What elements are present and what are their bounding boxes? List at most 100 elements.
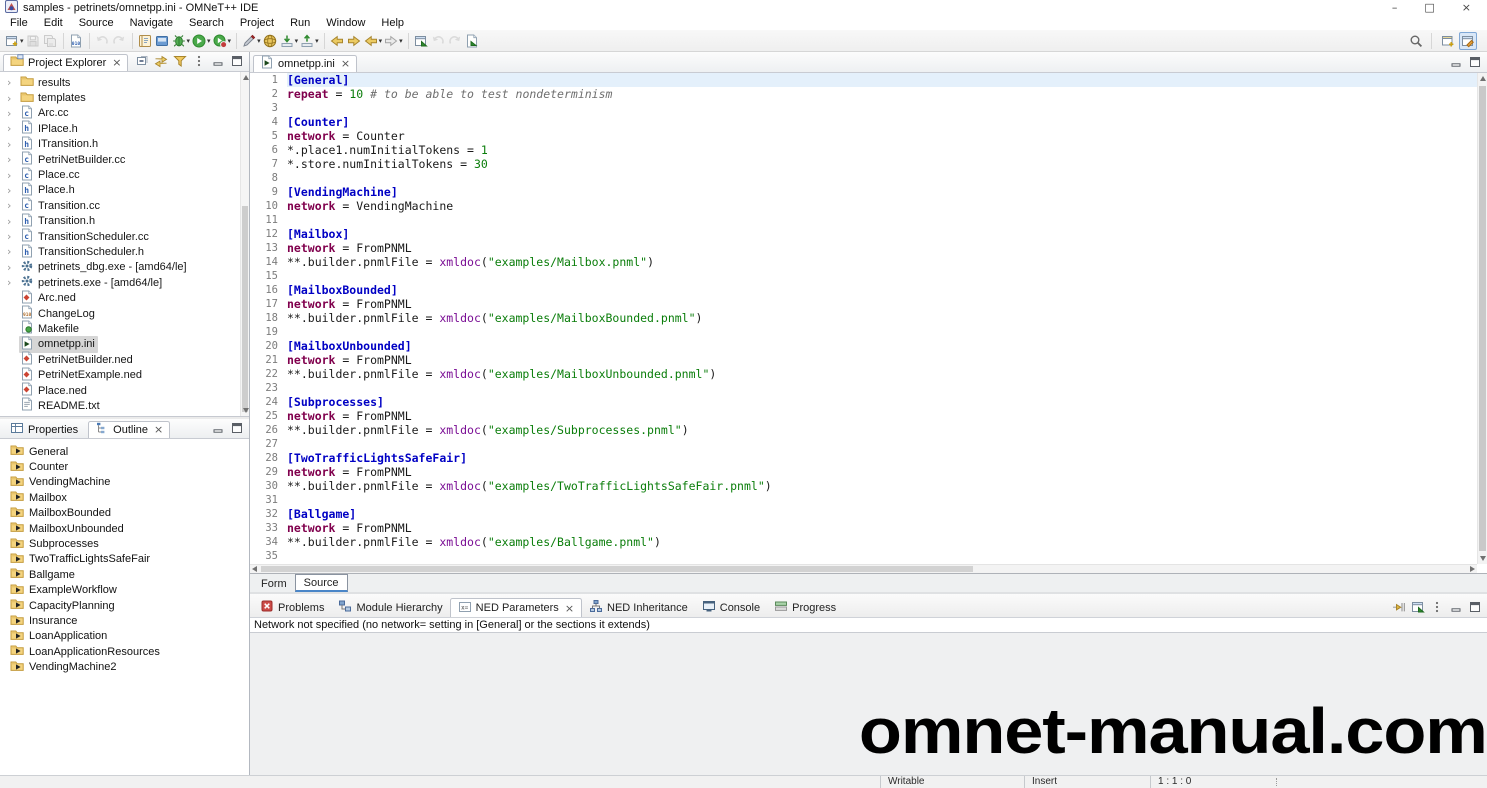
minimize-window-button[interactable]: – — [1392, 1, 1398, 14]
project-item-petrinets-exe-amd64-le[interactable]: ›petrinets.exe - [amd64/le] — [0, 275, 240, 290]
code-line-15[interactable]: 15 — [250, 269, 1477, 283]
tab-outline[interactable]: Outline× — [88, 421, 170, 438]
mode-tab-source[interactable]: Source — [295, 574, 348, 592]
menu-navigate[interactable]: Navigate — [122, 17, 181, 29]
scroll-up-icon[interactable] — [1480, 76, 1486, 81]
project-item-transition-h[interactable]: ›hTransition.h — [0, 214, 240, 229]
menu-source[interactable]: Source — [71, 17, 122, 29]
tab-progress[interactable]: Progress — [767, 598, 843, 617]
redo-button[interactable] — [111, 32, 128, 50]
close-icon[interactable]: × — [154, 423, 163, 436]
expand-chevron-icon[interactable]: › — [7, 261, 19, 274]
project-item-templates[interactable]: ›templates — [0, 90, 240, 105]
code-line-32[interactable]: 32[Ballgame] — [250, 507, 1477, 521]
expand-chevron-icon[interactable]: › — [7, 107, 19, 120]
build-all-button[interactable]: 010 — [68, 32, 85, 50]
maximize-view-button[interactable] — [230, 421, 244, 435]
code-line-30[interactable]: 30**.builder.pnmlFile = xmldoc("examples… — [250, 479, 1477, 493]
code-line-21[interactable]: 21network = FromPNML — [250, 353, 1477, 367]
expand-chevron-icon[interactable]: › — [7, 122, 19, 135]
code-line-13[interactable]: 13network = FromPNML — [250, 241, 1477, 255]
save-all-button[interactable] — [42, 32, 59, 50]
project-item-transition-cc[interactable]: ›cTransition.cc — [0, 198, 240, 213]
forward-button[interactable]: ▾ — [383, 32, 404, 50]
back-button[interactable]: ▾ — [363, 32, 384, 50]
expand-chevron-icon[interactable]: › — [7, 215, 19, 228]
outline-item-loanapplication[interactable]: LoanApplication — [0, 629, 249, 644]
expand-chevron-icon[interactable]: › — [7, 169, 19, 182]
pin-editor-button[interactable] — [413, 32, 430, 50]
project-item-petrinetbuilder-ned[interactable]: PetriNetBuilder.ned — [0, 352, 240, 367]
maximize-view-button[interactable] — [230, 54, 244, 68]
code-line-20[interactable]: 20[MailboxUnbounded] — [250, 339, 1477, 353]
tab-properties[interactable]: Properties — [3, 421, 85, 438]
previous-annotation-button[interactable] — [430, 32, 447, 50]
close-icon[interactable]: × — [565, 602, 574, 615]
import-button[interactable]: ▾ — [279, 32, 300, 50]
last-edit-location-button[interactable] — [329, 32, 346, 50]
debug-button[interactable]: ▾ — [171, 32, 192, 50]
code-line-31[interactable]: 31 — [250, 493, 1477, 507]
menu-help[interactable]: Help — [373, 17, 412, 29]
code-line-17[interactable]: 17network = FromPNML — [250, 297, 1477, 311]
code-line-24[interactable]: 24[Subprocesses] — [250, 395, 1477, 409]
view-menu-button[interactable] — [1430, 600, 1444, 614]
project-item-place-h[interactable]: ›hPlace.h — [0, 183, 240, 198]
outline-item-ballgame[interactable]: Ballgame — [0, 567, 249, 582]
code-line-7[interactable]: 7*.store.numInitialTokens = 30 — [250, 157, 1477, 171]
view-menu-button[interactable] — [192, 54, 206, 68]
collapse-all-button[interactable] — [135, 54, 149, 68]
export-button[interactable]: ▾ — [299, 32, 320, 50]
code-line-4[interactable]: 4[Counter] — [250, 115, 1477, 129]
scrollbar-thumb[interactable] — [1479, 86, 1486, 551]
expand-chevron-icon[interactable]: › — [7, 92, 19, 105]
tab-console[interactable]: Console — [695, 598, 767, 617]
code-editor[interactable]: 1[General]2repeat = 10 # to be able to t… — [250, 73, 1477, 564]
outline-item-loanapplicationresources[interactable]: LoanApplicationResources — [0, 644, 249, 659]
project-item-results[interactable]: ›results — [0, 75, 240, 90]
code-line-25[interactable]: 25network = FromPNML — [250, 409, 1477, 423]
open-ned-editor-button[interactable] — [137, 32, 154, 50]
editor-horizontal-scrollbar[interactable] — [250, 564, 1477, 573]
mode-tab-form[interactable]: Form — [253, 576, 295, 592]
outline-item-exampleworkflow[interactable]: ExampleWorkflow — [0, 583, 249, 598]
minimize-view-button[interactable] — [1449, 55, 1463, 69]
new-wizard-button[interactable]: ▾ — [4, 32, 25, 50]
code-line-9[interactable]: 9[VendingMachine] — [250, 185, 1477, 199]
open-element-button[interactable] — [464, 32, 481, 50]
code-line-35[interactable]: 35 — [250, 549, 1477, 563]
open-in-new-window-button[interactable] — [1411, 600, 1425, 614]
code-line-1[interactable]: 1[General] — [250, 73, 1477, 87]
project-item-makefile[interactable]: Makefile — [0, 321, 240, 336]
minimize-view-button[interactable] — [1449, 600, 1463, 614]
scroll-down-icon[interactable] — [243, 408, 249, 413]
open-perspective-button[interactable] — [1439, 32, 1456, 50]
dropdown-caret-icon[interactable]: ▾ — [295, 37, 299, 45]
dropdown-caret-icon[interactable]: ▾ — [20, 37, 24, 45]
project-item-petrinets-dbg-exe-amd64-le[interactable]: ›petrinets_dbg.exe - [amd64/le] — [0, 260, 240, 275]
code-line-18[interactable]: 18**.builder.pnmlFile = xmldoc("examples… — [250, 311, 1477, 325]
project-item-arc-ned[interactable]: Arc.ned — [0, 290, 240, 305]
code-line-12[interactable]: 12[Mailbox] — [250, 227, 1477, 241]
tab-module-hierarchy[interactable]: Module Hierarchy — [331, 598, 449, 617]
link-with-editor-button[interactable] — [154, 54, 168, 68]
tab-project-explorer[interactable]: Project Explorer × — [3, 54, 128, 71]
project-item-omnetpp-ini[interactable]: omnetpp.ini — [0, 337, 240, 352]
tab-ned-parameters[interactable]: x=NED Parameters× — [450, 598, 582, 617]
project-item-petrinetbuilder-cc[interactable]: ›cPetriNetBuilder.cc — [0, 152, 240, 167]
code-line-2[interactable]: 2repeat = 10 # to be able to test nondet… — [250, 87, 1477, 101]
code-line-11[interactable]: 11 — [250, 213, 1477, 227]
project-item-arc-cc[interactable]: ›cArc.cc — [0, 106, 240, 121]
outline-item-insurance[interactable]: Insurance — [0, 613, 249, 628]
code-line-10[interactable]: 10network = VendingMachine — [250, 199, 1477, 213]
undo-button[interactable] — [94, 32, 111, 50]
code-line-26[interactable]: 26**.builder.pnmlFile = xmldoc("examples… — [250, 423, 1477, 437]
code-line-34[interactable]: 34**.builder.pnmlFile = xmldoc("examples… — [250, 535, 1477, 549]
scrollbar-thumb[interactable] — [242, 206, 248, 412]
code-line-19[interactable]: 19 — [250, 325, 1477, 339]
maximize-view-button[interactable] — [1468, 55, 1482, 69]
maximize-window-button[interactable]: □ — [1424, 1, 1434, 14]
tab-omnetpp-ini[interactable]: omnetpp.ini × — [253, 55, 357, 72]
code-line-6[interactable]: 6*.place1.numInitialTokens = 1 — [250, 143, 1477, 157]
project-item-iplace-h[interactable]: ›hIPlace.h — [0, 121, 240, 136]
